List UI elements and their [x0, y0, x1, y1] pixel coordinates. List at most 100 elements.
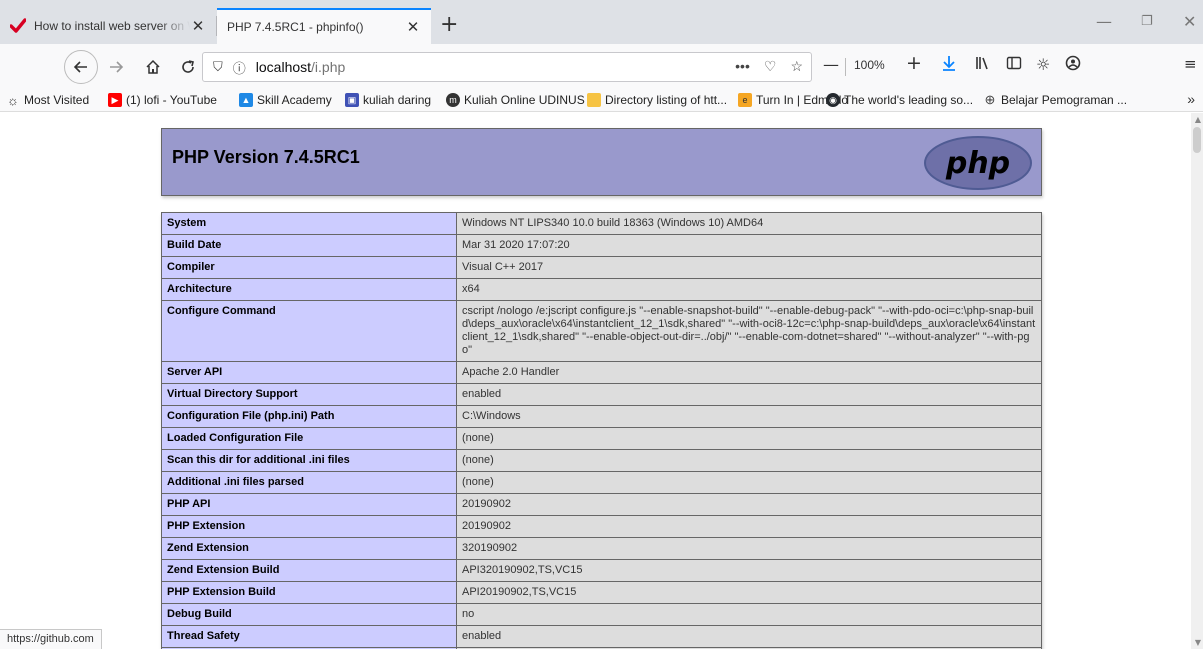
- more-bookmarks-icon[interactable]: »: [1187, 91, 1195, 107]
- row-label: Additional .ini files parsed: [161, 471, 457, 494]
- bookmark-kuliah-daring[interactable]: ▣ kuliah daring: [345, 93, 431, 107]
- menu-icon[interactable]: ≡: [1184, 55, 1197, 73]
- table-row: Loaded Configuration File (none): [161, 427, 1042, 450]
- row-value: (none): [456, 471, 1042, 494]
- table-row: Thread Safety enabled: [161, 625, 1042, 648]
- forward-button[interactable]: [102, 53, 130, 81]
- row-label: Zend Extension: [161, 537, 457, 560]
- zoom-out-button[interactable]: —: [823, 55, 839, 74]
- row-label: Zend Extension Build: [161, 559, 457, 582]
- kuliah-icon: ▣: [345, 93, 359, 107]
- gear-icon: ☼: [7, 92, 19, 108]
- navigation-toolbar: ⛉ ⓘ localhost/i.php ••• ♡ ☆ — 100% + ☼ ≡: [0, 44, 1203, 90]
- bookmark-github[interactable]: ◉ The world's leading so...: [826, 93, 973, 107]
- url-host: localhost: [255, 59, 312, 75]
- table-row: Debug Build no: [161, 603, 1042, 626]
- row-label: PHP Extension Build: [161, 581, 457, 604]
- youtube-icon: ▶: [108, 93, 122, 107]
- bookmark-label: Directory listing of htt...: [605, 93, 728, 107]
- tab-title: How to install web server on Windows: [34, 19, 190, 33]
- close-window-icon[interactable]: ✕: [1183, 12, 1196, 31]
- scroll-down-icon[interactable]: ▼: [1195, 638, 1201, 647]
- tab-install-web-server[interactable]: How to install web server on Windows ✕: [0, 8, 216, 44]
- table-row: Configuration File (php.ini) Path C:\Wind…: [161, 405, 1042, 428]
- table-row: Architecture x64: [161, 278, 1042, 301]
- extension-gear-icon[interactable]: ☼: [1036, 55, 1050, 74]
- row-value: Apache 2.0 Handler: [456, 361, 1042, 384]
- row-value: C:\Windows: [456, 405, 1042, 428]
- phpinfo-table: System Windows NT LIPS340 10.0 build 1836…: [161, 212, 1042, 649]
- php-logo-icon: php: [924, 136, 1032, 190]
- close-tab-icon[interactable]: ✕: [405, 19, 421, 36]
- row-value: Windows NT LIPS340 10.0 build 18363 (Win…: [456, 212, 1042, 235]
- scroll-up-icon[interactable]: ▲: [1195, 115, 1201, 124]
- site-info-icon[interactable]: ⓘ: [233, 58, 246, 77]
- bookmark-skill-academy[interactable]: ▲ Skill Academy: [239, 93, 332, 107]
- tab-phpinfo[interactable]: PHP 7.4.5RC1 - phpinfo() ✕: [217, 8, 431, 44]
- back-arrow-icon: [73, 61, 87, 73]
- account-icon[interactable]: [1065, 55, 1081, 75]
- new-tab-button[interactable]: +: [440, 14, 458, 36]
- restore-icon[interactable]: ❐: [1141, 14, 1153, 29]
- reload-button[interactable]: [174, 53, 202, 81]
- library-icon[interactable]: [975, 55, 991, 75]
- row-value: enabled: [456, 383, 1042, 406]
- url-path: /i.php: [311, 59, 346, 75]
- row-value: Visual C++ 2017: [456, 256, 1042, 279]
- row-label: Virtual Directory Support: [161, 383, 457, 406]
- table-row: Server API Apache 2.0 Handler: [161, 361, 1042, 384]
- bookmarks-toolbar: ☼ Most Visited ▶ (1) lofi - YouTube ▲ Sk…: [0, 90, 1203, 112]
- home-button[interactable]: [139, 53, 167, 81]
- zoom-divider: [845, 58, 846, 76]
- tracking-protection-icon[interactable]: ⛉: [213, 59, 223, 75]
- back-button[interactable]: [64, 50, 98, 84]
- udinus-icon: m: [446, 93, 460, 107]
- table-row: Build Date Mar 31 2020 17:07:20: [161, 234, 1042, 257]
- row-label: Build Date: [161, 234, 457, 257]
- pocket-icon[interactable]: ♡: [764, 58, 777, 75]
- row-value: (none): [456, 449, 1042, 472]
- row-label: PHP Extension: [161, 515, 457, 538]
- row-value: (none): [456, 427, 1042, 450]
- bookmark-belajar[interactable]: ⊕ Belajar Pemograman ...: [983, 92, 1128, 107]
- row-label: Thread Safety: [161, 625, 457, 648]
- table-row: PHP API 20190902: [161, 493, 1042, 516]
- skill-academy-icon: ▲: [239, 93, 253, 107]
- github-icon: ◉: [826, 93, 840, 107]
- row-value: 20190902: [456, 515, 1042, 538]
- row-value: x64: [456, 278, 1042, 301]
- bookmark-most-visited[interactable]: ☼ Most Visited: [6, 92, 90, 108]
- bookmark-star-icon[interactable]: ☆: [790, 58, 803, 75]
- bookmark-directory-listing[interactable]: Directory listing of htt...: [587, 93, 727, 107]
- zoom-in-button[interactable]: +: [906, 52, 922, 74]
- table-row: Zend Extension 320190902: [161, 537, 1042, 560]
- table-row: Additional .ini files parsed (none): [161, 471, 1042, 494]
- row-label: Scan this dir for additional .ini files: [161, 449, 457, 472]
- row-label: Debug Build: [161, 603, 457, 626]
- vertical-scrollbar[interactable]: ▲ ▼: [1191, 113, 1203, 649]
- bookmark-udinus[interactable]: m Kuliah Online UDINUS: [446, 93, 585, 107]
- phpinfo-header: PHP Version 7.4.5RC1 php: [161, 128, 1042, 196]
- url-bar[interactable]: ⛉ ⓘ localhost/i.php ••• ♡ ☆: [202, 52, 812, 82]
- checkmark-icon: [10, 18, 26, 34]
- minimize-icon[interactable]: —: [1096, 12, 1112, 31]
- zoom-level[interactable]: 100%: [854, 58, 885, 72]
- status-bar: https://github.com: [0, 629, 102, 649]
- bookmark-label: The world's leading so...: [844, 93, 974, 107]
- tab-title: PHP 7.4.5RC1 - phpinfo(): [227, 20, 364, 34]
- row-value: enabled: [456, 625, 1042, 648]
- table-row: Scan this dir for additional .ini files(…: [161, 449, 1042, 472]
- close-tab-icon[interactable]: ✕: [190, 18, 206, 35]
- bookmark-label: Most Visited: [24, 93, 90, 107]
- sidebar-icon[interactable]: [1006, 55, 1022, 75]
- globe-icon: ⊕: [984, 92, 996, 107]
- page-title: PHP Version 7.4.5RC1: [172, 147, 360, 167]
- row-label: Architecture: [161, 278, 457, 301]
- page-actions-icon[interactable]: •••: [735, 58, 750, 75]
- bookmark-youtube[interactable]: ▶ (1) lofi - YouTube: [108, 93, 217, 107]
- scrollbar-thumb[interactable]: [1193, 127, 1201, 153]
- row-label: Compiler: [161, 256, 457, 279]
- table-row: PHP Extension Build API20190902,TS,VC15: [161, 581, 1042, 604]
- downloads-icon[interactable]: [941, 55, 957, 75]
- table-row: System Windows NT LIPS340 10.0 build 1836…: [161, 212, 1042, 235]
